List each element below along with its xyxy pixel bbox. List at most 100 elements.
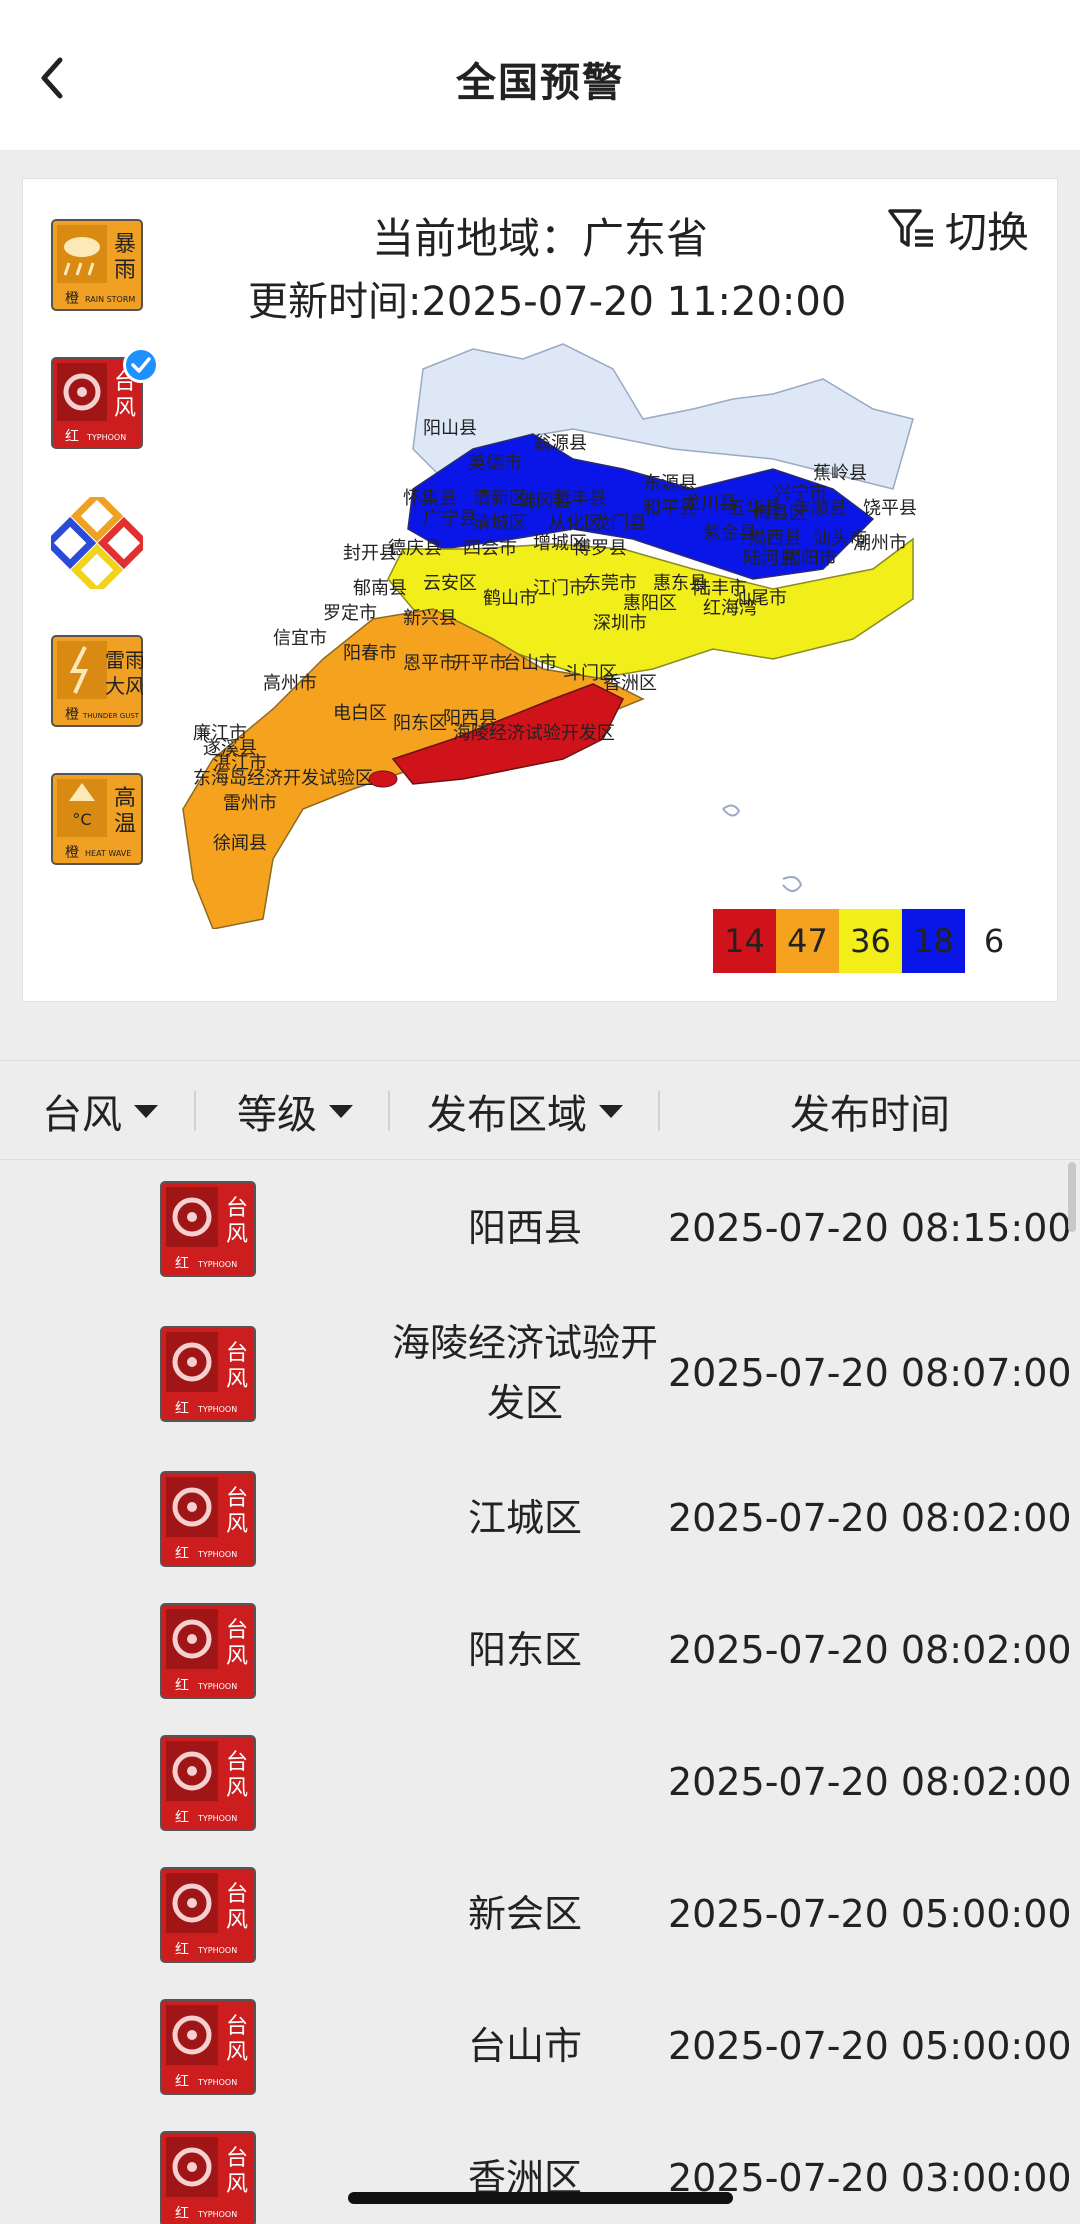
svg-text:红: 红 [175,1256,189,1272]
map-place-label: 东海岛经济开发试验区 [193,768,373,789]
typhoon-red-icon: 台风红 TYPHOON [160,1999,256,2095]
svg-text:THUNDER GUST: THUNDER GUST [82,712,140,720]
map-place-label: 揭西县 [748,528,802,549]
map-place-label: 信宜市 [273,628,327,649]
warning-area: 新会区 [467,1892,582,1936]
svg-text:红: 红 [175,2206,189,2222]
warning-list-item[interactable]: 台风红 TYPHOON 阳西县 2025-07-20 08:15:00 [0,1162,1080,1294]
filter-time-header[interactable]: 发布时间 [680,1061,1060,1161]
map-place-label: 深圳市 [593,613,647,634]
svg-text:风: 风 [226,1644,248,1669]
filter-level-dropdown[interactable]: 等级 [210,1061,380,1161]
svg-text:大风: 大风 [105,674,143,698]
warning-list-item[interactable]: 台风红 TYPHOON 阳东区 2025-07-20 08:02:00 [0,1584,1080,1716]
svg-text:台: 台 [226,1618,248,1643]
typhoon-red-icon: 台风红 TYPHOON [160,1735,256,1831]
svg-text:TYPHOON: TYPHOON [197,1550,237,1559]
svg-text:风: 风 [226,2172,248,2197]
typhoon-red-icon: 台风红 TYPHOON [160,1181,256,1277]
switch-label: 切换 [944,207,1029,257]
map-place-label: 阳山县 [423,418,477,439]
typhoon-red-icon: 台风红 TYPHOON [160,1326,256,1422]
page-title: 全国预警 [456,60,624,106]
rainstorm-char2: 雨 [114,258,136,283]
map-place-label: 东莞市 [583,573,637,594]
svg-text:风: 风 [226,1908,248,1933]
typhoon-red-icon: 台风红 TYPHOON [160,1603,256,1699]
warning-time: 2025-07-20 08:07:00 [668,1351,1072,1395]
warning-list-item[interactable]: 台风红 TYPHOON 香洲区 2025-07-20 03:00:00 [0,2112,1080,2224]
map-place-label: 红海湾 [703,598,757,619]
warning-list[interactable]: 台风红 TYPHOON 阳西县 2025-07-20 08:15:00 台风红 TYPHO… [0,1162,1080,2224]
warning-list-item[interactable]: 台风红 TYPHOON 海陵经济试验开发区 2025-07-20 08:07:00 [0,1307,1080,1439]
caret-down-icon [329,1104,353,1118]
warning-list-item[interactable]: 台风红 TYPHOON 新会区 2025-07-20 05:00:00 [0,1848,1080,1980]
svg-text:红: 红 [175,2074,189,2090]
svg-text:台: 台 [226,2014,248,2039]
typhoon-red-icon: 台风红 TYPHOON [160,1867,256,1963]
warning-area: 江城区 [467,1496,582,1540]
warning-list-item[interactable]: 台风红 TYPHOON 江城区 2025-07-20 08:02:00 [0,1452,1080,1584]
legend-red-count: 14 [713,909,776,973]
svg-text:台: 台 [226,2146,248,2171]
warning-map-panel: 当前地域：广东省 更新时间:2025-07-20 11:20:00 切换 暴 雨… [22,178,1058,1002]
svg-text:RAIN STORM: RAIN STORM [85,295,135,304]
multi-warning-icon[interactable] [51,497,143,589]
svg-text:橙: 橙 [65,707,79,723]
map-place-label: 阳春市 [343,643,397,664]
warning-list-item[interactable]: 台风红 TYPHOON 2025-07-20 08:02:00 [0,1716,1080,1848]
map-place-label: 阳东区 [393,713,447,734]
filter-time-label: 发布时间 [790,1092,950,1138]
caret-down-icon [134,1104,158,1118]
svg-text:红: 红 [65,429,79,445]
filter-area-label: 发布区域 [427,1092,587,1138]
filter-type-dropdown[interactable]: 台风 [20,1061,180,1161]
svg-text:温: 温 [114,812,136,837]
warning-area: 海陵经济试验开发区 [391,1321,658,1425]
map-place-label: 怀集县 [403,488,457,509]
warning-time: 2025-07-20 03:00:00 [668,2156,1072,2200]
svg-text:°C: °C [72,810,91,829]
filter-divider [388,1091,390,1131]
svg-text:TYPHOON: TYPHOON [197,1682,237,1691]
update-time-label: 更新时间:2025-07-20 11:20:00 [248,279,847,325]
warning-time: 2025-07-20 05:00:00 [668,2024,1072,2068]
rainstorm-warning-icon[interactable]: 暴 雨 橙 RAIN STORM [51,219,143,311]
svg-text:HEAT WAVE: HEAT WAVE [85,849,131,858]
thunder-gust-warning-icon[interactable]: 雷雨 大风 橙 THUNDER GUST [51,635,143,727]
svg-text:橙: 橙 [65,845,79,861]
svg-text:风: 风 [226,1512,248,1537]
svg-text:雷雨: 雷雨 [105,648,143,672]
map-place-label: 惠阳区 [623,593,677,614]
guangdong-warning-map[interactable]: 阳山县 翁源县 英德市 新丰县 东源县 怀集县 清新区 佛冈县 兴宁市 蕉岭县 五华县 丰顺县 饶平县广… [173,339,953,929]
map-place-label: 揭阳市 [783,548,837,569]
svg-text:风: 风 [226,1222,248,1247]
map-place-label: 英德市 [468,453,522,474]
filter-level-label: 等级 [237,1092,317,1138]
warning-list-item[interactable]: 台风红 TYPHOON 台山市 2025-07-20 05:00:00 [0,1980,1080,2112]
switch-region-button[interactable]: 切换 [887,199,1029,259]
svg-text:红: 红 [175,1546,189,1562]
svg-text:红: 红 [175,1810,189,1826]
map-place-label: 开平市 [453,653,507,674]
map-place-label: 四会市 [463,538,517,559]
map-place-label: 罗定市 [323,603,377,624]
filter-area-dropdown[interactable]: 发布区域 [400,1061,650,1161]
map-place-label: 广宁县 [423,508,477,529]
home-indicator[interactable] [348,2192,733,2204]
warning-time: 2025-07-20 08:02:00 [668,1628,1072,1672]
filter-divider [194,1091,196,1131]
filter-divider [658,1091,660,1131]
filter-icon [888,209,933,247]
map-place-label: 蕉岭县 [813,463,867,484]
map-place-label: 云安区 [423,573,477,594]
heat-wave-warning-icon[interactable]: °C 高 温 橙 HEAT WAVE [51,773,143,865]
warning-time: 2025-07-20 05:00:00 [668,1892,1072,1936]
map-place-label: 封开县 [343,543,397,564]
svg-text:TYPHOON: TYPHOON [197,1260,237,1269]
map-place-label: 电白区 [333,703,387,724]
svg-text:风: 风 [226,2040,248,2065]
map-place-label: 梅县区 [753,503,807,524]
list-scrollbar[interactable] [1068,1162,1076,1232]
selected-check-icon [123,347,159,383]
